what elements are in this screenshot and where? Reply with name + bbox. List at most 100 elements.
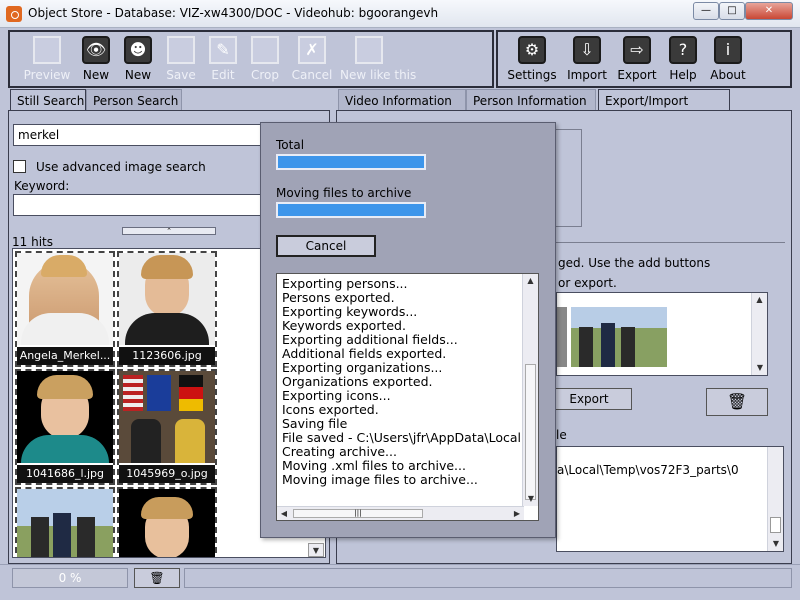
toolbar-button-label: Settings — [507, 68, 557, 82]
tab-person-search[interactable]: Person Search — [86, 89, 182, 111]
cancel-button[interactable]: Cancel — [276, 235, 376, 257]
window-title: Object Store - Database: VIZ-xw4300/DOC … — [28, 6, 439, 20]
moving-files-label: Moving files to archive — [276, 186, 412, 200]
new-like-this-icon — [355, 36, 383, 64]
export-path-box[interactable]: a\Local\Temp\vos72F3_parts\0 ▼ — [556, 446, 784, 552]
export-item-list[interactable]: ▲ ▼ — [556, 292, 768, 376]
thumbnail-caption: 1041686_l.jpg — [17, 465, 113, 483]
log-line: Additional fields exported. — [282, 346, 447, 361]
thumbnail-item[interactable]: Angela_Merkel... — [15, 251, 115, 367]
total-progress-bar — [276, 154, 426, 170]
moving-progress-bar — [276, 202, 426, 218]
log-vertical-scrollbar[interactable]: ▲ ▼ — [522, 274, 538, 506]
app-icon — [6, 6, 22, 22]
export-icon: ⇨ — [623, 36, 651, 64]
export-list-scrollbar[interactable]: ▲ ▼ — [751, 293, 767, 375]
hits-count: 11 hits — [12, 235, 53, 249]
log-line: Exporting icons... — [282, 388, 391, 403]
settings-icon: ⚙ — [518, 36, 546, 64]
trash-icon[interactable]: 🗑 — [706, 388, 768, 416]
toolbar-about-button[interactable]: i About — [699, 36, 757, 86]
scroll-down-icon[interactable]: ▼ — [523, 492, 538, 506]
scroll-up-icon[interactable]: ▲ — [752, 293, 767, 307]
log-line: Icons exported. — [282, 402, 379, 417]
log-line: Creating archive... — [282, 444, 397, 459]
scroll-thumb[interactable] — [525, 364, 536, 500]
log-line: Exporting keywords... — [282, 304, 418, 319]
thumbnail-item[interactable]: 1123606.jpg — [117, 251, 217, 367]
person-icon: ☻ — [124, 36, 152, 64]
preview-frame — [556, 129, 582, 227]
export-item-image[interactable] — [571, 307, 667, 367]
log-line: File saved - C:\Users\jfr\AppData\Local — [282, 430, 522, 445]
group-border — [556, 242, 785, 243]
keyword-input[interactable] — [13, 194, 263, 216]
preview-icon — [33, 36, 61, 64]
path-scrollbar[interactable]: ▼ — [767, 447, 783, 551]
save-icon — [167, 36, 195, 64]
status-progress: 0 % — [12, 568, 128, 588]
thumbnail-item[interactable]: 1041686_l.jpg — [15, 369, 115, 485]
thumbnail-caption: Angela_Merkel... — [17, 347, 113, 365]
scroll-thumb[interactable]: ||| — [293, 509, 423, 518]
scroll-down-icon[interactable]: ▼ — [768, 537, 784, 551]
eye-icon: 👁 — [82, 36, 110, 64]
export-log: Exporting persons... Persons exported. Exp… — [276, 273, 539, 521]
toolbar-settings-button[interactable]: ⚙ Settings — [503, 36, 561, 86]
export-hint-line1: ged. Use the add buttons — [558, 256, 711, 270]
status-trash-icon[interactable]: 🗑 — [134, 568, 180, 588]
export-hint-line2: or export. — [558, 276, 617, 290]
scroll-up-icon[interactable]: ▲ — [523, 274, 538, 288]
maximize-button[interactable]: □ — [719, 2, 745, 20]
log-horizontal-scrollbar[interactable]: ◀ ||| ▶ — [277, 506, 524, 520]
import-icon: ⇩ — [573, 36, 601, 64]
close-button[interactable]: ✕ — [745, 2, 793, 20]
scroll-down-icon[interactable]: ▼ — [752, 361, 768, 375]
thumbnail-caption: 1045969_o.jpg — [119, 465, 215, 483]
advanced-search-label: Use advanced image search — [36, 160, 206, 174]
tab-person-information[interactable]: Person Information — [466, 89, 596, 111]
tab-export-import[interactable]: Export/Import — [598, 89, 730, 111]
thumbnail-item[interactable]: 1045969_o.jpg — [117, 369, 217, 485]
log-line: Exporting persons... — [282, 277, 408, 291]
toolbar-cancel-button[interactable]: ✗ Cancel — [283, 36, 341, 86]
minimize-button[interactable]: — — [693, 2, 719, 20]
toolbar-button-label: About — [710, 68, 746, 82]
log-line: Keywords exported. — [282, 318, 406, 333]
keyword-label: Keyword: — [14, 179, 70, 193]
log-line: Exporting organizations... — [282, 360, 443, 375]
thumbnail-scroll-down[interactable]: ▼ — [308, 543, 324, 557]
toolbar-button-label: Cancel — [291, 68, 333, 82]
file-label: le — [556, 428, 567, 442]
thumbnail-caption: 1123606.jpg — [119, 347, 215, 365]
total-label: Total — [276, 138, 305, 152]
log-line: Organizations exported. — [282, 374, 433, 389]
tab-still-search[interactable]: Still Search — [10, 89, 86, 111]
log-line: Moving .xml files to archive... — [282, 458, 466, 473]
log-line: Exporting additional fields... — [282, 332, 458, 347]
tab-video-information[interactable]: Video Information — [338, 89, 466, 111]
scroll-left-icon[interactable]: ◀ — [277, 507, 291, 520]
log-line: Moving image files to archive... — [282, 472, 478, 487]
export-path-text: a\Local\Temp\vos72F3_parts\0 — [557, 463, 739, 477]
advanced-search-checkbox[interactable] — [13, 160, 26, 173]
splitter-handle[interactable]: ⌃ — [122, 227, 216, 235]
toolbar-separator — [492, 30, 498, 88]
toolbar-button-label: New like this — [340, 68, 417, 82]
log-lines: Exporting persons... Persons exported. Exp… — [282, 277, 522, 487]
cancel-icon: ✗ — [298, 36, 326, 64]
log-line: Persons exported. — [282, 290, 395, 305]
scroll-thumb[interactable] — [770, 517, 781, 533]
about-icon: i — [714, 36, 742, 64]
status-message — [184, 568, 792, 588]
toolbar-new-like-this-button[interactable]: New like this — [340, 36, 417, 86]
edit-icon: ✎ — [209, 36, 237, 64]
search-input[interactable]: merkel — [13, 124, 263, 146]
crop-icon — [251, 36, 279, 64]
help-icon: ? — [669, 36, 697, 64]
log-line: Saving file — [282, 416, 348, 431]
export-button[interactable]: Export — [546, 388, 632, 410]
thumbnail-item[interactable] — [15, 487, 115, 557]
scroll-right-icon[interactable]: ▶ — [510, 507, 524, 520]
thumbnail-item[interactable] — [117, 487, 217, 557]
